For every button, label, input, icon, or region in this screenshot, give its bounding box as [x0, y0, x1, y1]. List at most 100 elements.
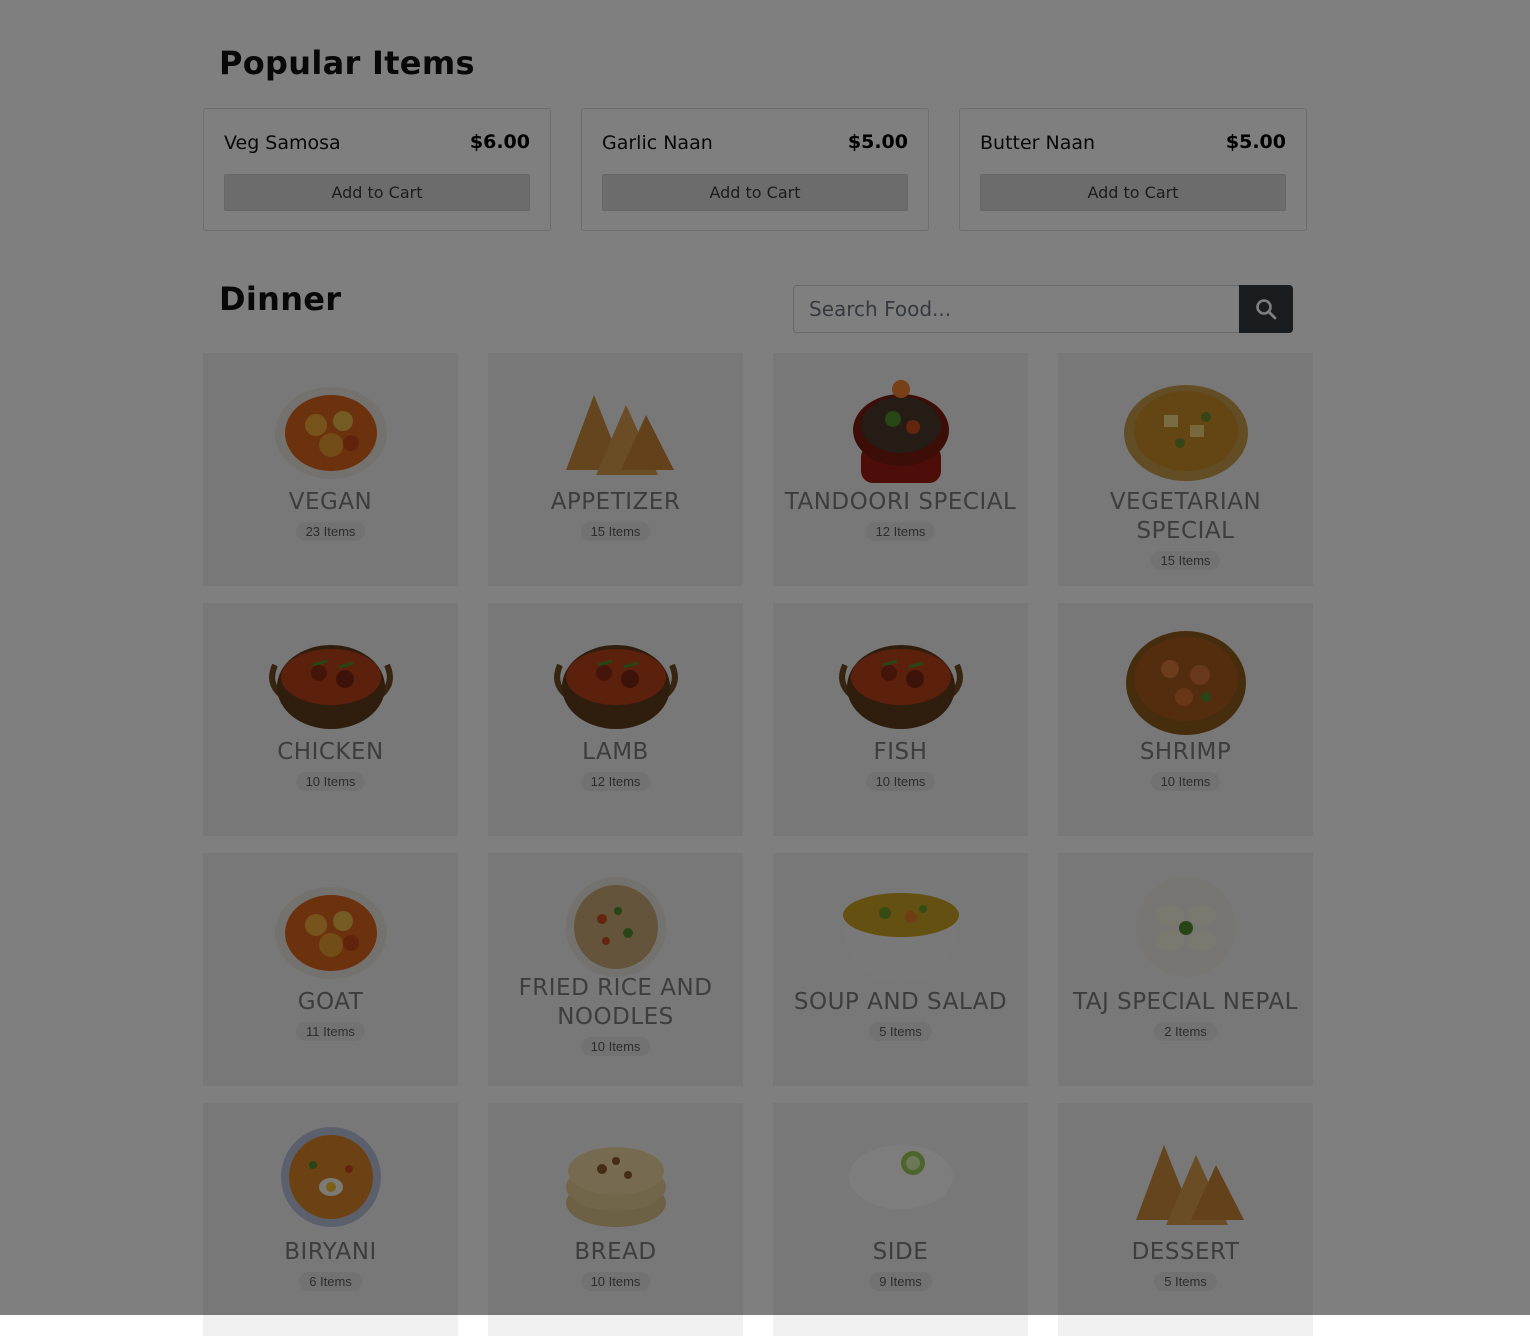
item-count-badge: 12 Items: [580, 772, 651, 791]
category-card[interactable]: FRIED RICE AND NOODLES 10 Items: [488, 853, 743, 1086]
add-to-cart-button[interactable]: Add to Cart: [602, 174, 908, 211]
food-image: [553, 645, 678, 729]
item-count-badge: 5 Items: [1154, 1272, 1217, 1291]
category-text: BIRYANI 6 Items: [203, 1238, 458, 1291]
add-to-cart-button[interactable]: Add to Cart: [980, 174, 1286, 211]
category-text: VEGAN 23 Items: [203, 488, 458, 541]
category-text: GOAT 11 Items: [203, 988, 458, 1041]
food-image: [274, 387, 387, 479]
item-count-badge: 12 Items: [865, 522, 936, 541]
food-image: [565, 1147, 666, 1227]
category-text: BREAD 10 Items: [488, 1238, 743, 1291]
category-name: BREAD: [574, 1239, 657, 1265]
item-count-badge: 11 Items: [296, 1022, 365, 1041]
food-image: [1135, 1145, 1244, 1225]
category-name: CHICKEN: [277, 739, 384, 765]
dinner-title: Dinner: [219, 280, 342, 318]
item-count-badge: 10 Items: [580, 1272, 651, 1291]
food-image: [1125, 631, 1246, 735]
popular-item-price: $5.00: [847, 131, 908, 153]
category-name: TANDOORI SPECIAL: [784, 489, 1017, 515]
category-card[interactable]: LAMB 12 Items: [488, 603, 743, 836]
category-card[interactable]: SIDE 9 Items: [773, 1103, 1028, 1336]
category-name: SHRIMP: [1139, 739, 1232, 765]
food-image: [1135, 877, 1236, 977]
category-text: SOUP AND SALAD 5 Items: [773, 988, 1028, 1041]
add-to-cart-button[interactable]: Add to Cart: [224, 174, 530, 211]
item-count-badge: 23 Items: [295, 522, 366, 541]
food-image: [852, 380, 949, 483]
category-name: VEGETARIAN SPECIAL: [1109, 489, 1262, 544]
category-text: TANDOORI SPECIAL 12 Items: [773, 488, 1028, 541]
category-card[interactable]: BIRYANI 6 Items: [203, 1103, 458, 1336]
popular-item-price: $6.00: [469, 131, 530, 153]
item-count-badge: 6 Items: [299, 1272, 362, 1291]
category-text: VEGETARIAN SPECIAL 15 Items: [1058, 488, 1313, 570]
category-card[interactable]: DESSERT 5 Items: [1058, 1103, 1313, 1336]
popular-item-card: Veg Samosa $6.00 Add to Cart: [203, 108, 551, 231]
popular-item-card: Butter Naan $5.00 Add to Cart: [959, 108, 1307, 231]
search-input[interactable]: [793, 285, 1239, 333]
food-image: [274, 887, 387, 979]
food-image: [1123, 385, 1248, 481]
category-card[interactable]: FISH 10 Items: [773, 603, 1028, 836]
category-name: APPETIZER: [550, 489, 681, 515]
item-count-badge: 10 Items: [1150, 772, 1221, 791]
category-card[interactable]: BREAD 10 Items: [488, 1103, 743, 1336]
category-card[interactable]: APPETIZER 15 Items: [488, 353, 743, 586]
food-image: [838, 1139, 963, 1227]
item-count-badge: 5 Items: [869, 1022, 932, 1041]
category-card[interactable]: VEGETARIAN SPECIAL 15 Items: [1058, 353, 1313, 586]
category-name: BIRYANI: [284, 1239, 377, 1265]
food-image: [838, 645, 963, 729]
category-name: SIDE: [872, 1239, 929, 1265]
category-text: APPETIZER 15 Items: [488, 488, 743, 541]
category-grid: VEGAN 23 Items APPETIZER 15 Items TANDOORI S…: [203, 353, 1313, 1336]
category-text: DESSERT 5 Items: [1058, 1238, 1313, 1291]
popular-item-card: Garlic Naan $5.00 Add to Cart: [581, 108, 929, 231]
category-name: SOUP AND SALAD: [793, 989, 1008, 1015]
item-count-badge: 10 Items: [295, 772, 366, 791]
popular-item-name: Veg Samosa: [224, 132, 341, 154]
category-name: VEGAN: [288, 489, 373, 515]
category-name: GOAT: [297, 989, 364, 1015]
category-text: FISH 10 Items: [773, 738, 1028, 791]
category-name: TAJ SPECIAL NEPAL: [1073, 989, 1298, 1015]
food-image: [268, 645, 393, 729]
category-card[interactable]: VEGAN 23 Items: [203, 353, 458, 586]
popular-items-title: Popular Items: [219, 44, 475, 82]
category-card[interactable]: SHRIMP 10 Items: [1058, 603, 1313, 836]
category-name: LAMB: [582, 739, 649, 765]
food-image: [565, 395, 674, 475]
popular-item-price: $5.00: [1225, 131, 1286, 153]
category-name: FRIED RICE AND NOODLES: [518, 975, 713, 1030]
food-image: [842, 893, 959, 983]
category-text: CHICKEN 10 Items: [203, 738, 458, 791]
category-card[interactable]: CHICKEN 10 Items: [203, 603, 458, 836]
category-card[interactable]: TAJ SPECIAL NEPAL 2 Items: [1058, 853, 1313, 1086]
category-card[interactable]: SOUP AND SALAD 5 Items: [773, 853, 1028, 1086]
food-image: [565, 877, 666, 977]
category-text: LAMB 12 Items: [488, 738, 743, 791]
category-text: FRIED RICE AND NOODLES 10 Items: [488, 974, 743, 1056]
search-icon: [1256, 299, 1277, 320]
category-card[interactable]: GOAT 11 Items: [203, 853, 458, 1086]
popular-item-name: Butter Naan: [980, 132, 1096, 154]
item-count-badge: 9 Items: [869, 1272, 932, 1291]
category-card[interactable]: TANDOORI SPECIAL 12 Items: [773, 353, 1028, 586]
popular-item-name: Garlic Naan: [602, 132, 713, 154]
category-name: FISH: [873, 739, 928, 765]
category-text: TAJ SPECIAL NEPAL 2 Items: [1058, 988, 1313, 1041]
search-button[interactable]: [1239, 285, 1293, 333]
category-name: DESSERT: [1131, 1239, 1240, 1265]
item-count-badge: 15 Items: [580, 522, 651, 541]
popular-items-list: Veg Samosa $6.00 Add to Cart Garlic Naan…: [203, 108, 1313, 231]
category-text: SHRIMP 10 Items: [1058, 738, 1313, 791]
item-count-badge: 2 Items: [1154, 1022, 1217, 1041]
search-bar: [793, 285, 1293, 333]
food-image: [280, 1127, 381, 1227]
item-count-badge: 10 Items: [865, 772, 936, 791]
item-count-badge: 15 Items: [1150, 551, 1221, 570]
item-count-badge: 10 Items: [580, 1037, 651, 1056]
category-text: SIDE 9 Items: [773, 1238, 1028, 1291]
